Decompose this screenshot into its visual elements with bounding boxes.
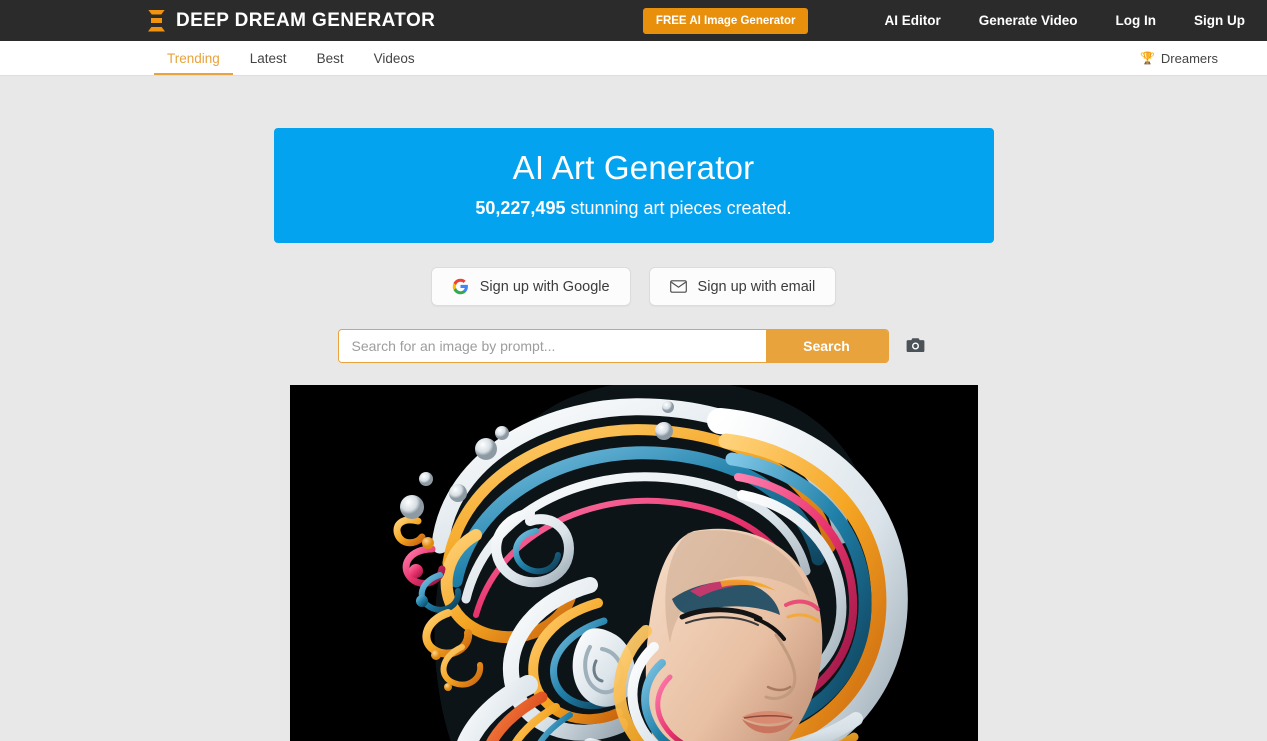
nav-link-ai-editor[interactable]: AI Editor: [884, 13, 940, 28]
trophy-icon: 🏆: [1139, 51, 1155, 65]
brand-logo[interactable]: DEEP DREAM GENERATOR: [148, 9, 436, 32]
brand-title: DEEP DREAM GENERATOR: [176, 9, 436, 31]
free-ai-image-generator-button[interactable]: FREE AI Image Generator: [642, 7, 809, 34]
nav-link-generate-video[interactable]: Generate Video: [979, 13, 1078, 28]
hero-banner: AI Art Generator 50,227,495 stunning art…: [273, 128, 994, 244]
sign-up-with-email-label: Sign up with email: [697, 278, 816, 295]
envelope-icon: [669, 278, 687, 295]
nav-link-log-in[interactable]: Log In: [1116, 13, 1157, 28]
sub-nav-tabs: Trending Latest Best Videos: [152, 41, 430, 75]
art-count-line: 50,227,495 stunning art pieces created.: [274, 198, 994, 219]
tab-trending[interactable]: Trending: [152, 41, 235, 75]
camera-search-button[interactable]: [901, 333, 930, 360]
tab-videos[interactable]: Videos: [359, 41, 430, 75]
tab-latest[interactable]: Latest: [235, 41, 302, 75]
art-count-suffix: stunning art pieces created.: [565, 198, 792, 219]
page-title: AI Art Generator: [512, 149, 755, 186]
google-g-icon: [452, 278, 469, 295]
top-nav: FREE AI Image Generator AI Editor Genera…: [642, 0, 1267, 41]
dreamers-label: Dreamers: [1160, 50, 1218, 66]
signup-options: Sign up with Google Sign up with email: [0, 267, 1267, 307]
nav-link-sign-up[interactable]: Sign Up: [1194, 13, 1245, 28]
dreamers-link[interactable]: 🏆 Dreamers: [1140, 41, 1218, 75]
search-bar: Search: [0, 329, 1267, 364]
sub-nav: Trending Latest Best Videos 🏆 Dreamers: [0, 41, 1267, 76]
artwork-image: [289, 385, 978, 741]
sign-up-with-google-label: Sign up with Google: [479, 278, 610, 295]
search-button[interactable]: Search: [765, 330, 888, 363]
search-field-group: Search: [337, 329, 889, 364]
tab-best[interactable]: Best: [302, 41, 359, 75]
sign-up-with-google-button[interactable]: Sign up with Google: [430, 267, 631, 307]
search-input[interactable]: [338, 330, 766, 363]
hourglass-logo-icon: [148, 9, 165, 32]
top-header: DEEP DREAM GENERATOR FREE AI Image Gener…: [0, 0, 1267, 41]
art-count-value: 50,227,495: [475, 198, 566, 219]
camera-icon: [906, 337, 925, 356]
sign-up-with-email-button[interactable]: Sign up with email: [648, 267, 837, 307]
featured-artwork[interactable]: [289, 385, 978, 741]
